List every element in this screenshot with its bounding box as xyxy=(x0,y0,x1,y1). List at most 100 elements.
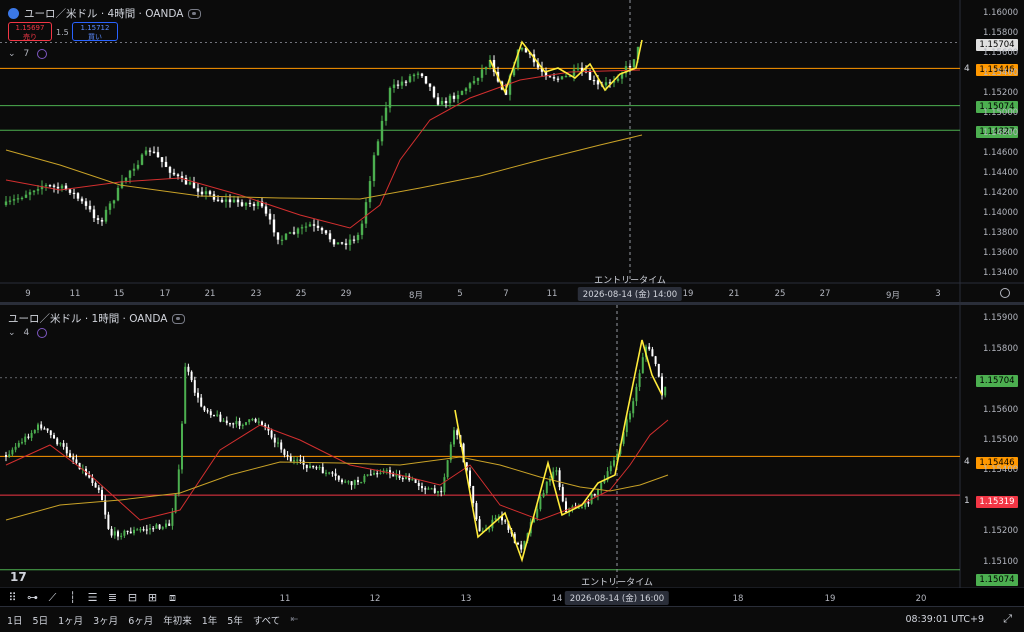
candle-body xyxy=(296,228,300,234)
timeframe-button[interactable]: 3ヶ月 xyxy=(93,613,118,627)
chart-canvas-1h[interactable] xyxy=(0,305,1024,588)
candle-body xyxy=(174,494,177,513)
candle-body xyxy=(120,535,123,537)
candle-body xyxy=(276,232,280,240)
price-axis-label: 1.15500 xyxy=(983,434,1019,445)
candle-body xyxy=(444,100,448,104)
goto-date-icon[interactable]: ⇤ xyxy=(290,614,298,625)
candle-body xyxy=(564,75,568,78)
timeframe-button[interactable]: すべて xyxy=(253,613,280,627)
chart-pane-4h[interactable]: ユーロ／米ドル · 4時間 · OANDA 1.15697 売り 1.5 1.1… xyxy=(0,0,1024,302)
candle-body xyxy=(404,81,408,83)
price-axis-label: 1.15400 xyxy=(983,68,1019,78)
parallel-channel-icon[interactable]: ☰ xyxy=(84,590,101,605)
trend-line-icon[interactable]: ⟋ xyxy=(44,590,61,605)
indicator-toggle-1h[interactable]: ⌄ 4 xyxy=(8,328,48,338)
candle-body xyxy=(44,185,48,187)
time-axis-label: 13 xyxy=(460,594,472,604)
time-axis-label: 5 xyxy=(457,289,463,299)
eye-icon[interactable] xyxy=(172,313,186,324)
symbol-logo-icon xyxy=(8,8,19,19)
candle-body xyxy=(328,472,331,474)
candle-body xyxy=(424,76,428,84)
drawing-toolbar[interactable]: ⠿ ⊶ ⟋ ┆ ☰ ≣ ⊟ ⊞ ⧈ xyxy=(4,589,181,606)
candle-body xyxy=(200,397,203,407)
candle-body xyxy=(545,481,548,494)
candle-body xyxy=(312,465,315,468)
indicator-count: 7 xyxy=(23,49,30,59)
candle-body xyxy=(181,423,183,470)
timeframe-button[interactable]: 6ヶ月 xyxy=(128,613,153,627)
entry-time-label-1h: エントリータイム xyxy=(581,578,653,588)
candle-body xyxy=(304,226,308,228)
timeframe-button[interactable]: 5日 xyxy=(33,613,49,627)
price-axis-label: 1.15800 xyxy=(983,28,1019,38)
chart-pane-1h[interactable]: ユーロ／米ドル · 1時間 · OANDA ⌄ 4 1.15704 1.1544… xyxy=(0,305,1024,604)
sell-button[interactable]: 1.15697 売り xyxy=(8,22,52,41)
candle-body xyxy=(197,392,199,398)
chevron-down-icon: ⌄ xyxy=(8,49,16,59)
candle-body xyxy=(213,415,215,417)
candle-body xyxy=(628,66,632,68)
candle-body xyxy=(28,192,32,195)
price-tag-red-1h: 1.15319 xyxy=(976,496,1018,508)
candle-body xyxy=(416,73,420,75)
candle-body xyxy=(126,530,129,532)
candle-body xyxy=(456,94,460,99)
timeframe-button[interactable]: 年初来 xyxy=(163,613,192,627)
price-axis-label: 1.16000 xyxy=(983,8,1019,18)
clock[interactable]: 08:39:01 UTC+9 xyxy=(905,614,984,625)
candle-body xyxy=(117,531,119,537)
candle-body xyxy=(476,77,480,81)
fullscreen-icon[interactable]: ⤢ xyxy=(1003,612,1012,626)
candle-body xyxy=(464,88,468,92)
price-axis-label: 1.13600 xyxy=(983,248,1019,258)
candle-body xyxy=(600,482,603,490)
chart-canvas-4h[interactable] xyxy=(0,0,1024,302)
candle-body xyxy=(293,460,295,462)
time-axis-label: 19 xyxy=(682,289,694,299)
candle-body xyxy=(280,442,283,450)
price-axis-label: 1.15200 xyxy=(983,88,1019,98)
candle-body xyxy=(27,436,30,438)
candle-body xyxy=(552,77,556,79)
candle-body xyxy=(8,200,12,202)
eye-icon[interactable] xyxy=(188,8,202,19)
price-axis-label: 1.15100 xyxy=(983,556,1019,567)
candle-body xyxy=(24,436,27,443)
drag-handle-icon[interactable]: ⠿ xyxy=(4,590,21,605)
candle-body xyxy=(59,443,62,445)
price-axis-label: 1.15900 xyxy=(983,313,1019,324)
vertical-line-icon[interactable]: ┆ xyxy=(64,590,81,605)
horizontal-line-icon[interactable]: ⊶ xyxy=(24,590,41,605)
candle-body xyxy=(129,531,132,534)
time-axis-label: 25 xyxy=(774,289,786,299)
candle-body xyxy=(555,470,558,472)
timeframe-button[interactable]: 1ヶ月 xyxy=(58,613,83,627)
candle-body xyxy=(520,47,524,50)
candle-body xyxy=(268,213,272,220)
candle-body xyxy=(408,76,412,82)
indicator-icon[interactable] xyxy=(37,328,48,338)
timeframe-button[interactable]: 1日 xyxy=(7,613,23,627)
symbol-title-1h[interactable]: ユーロ／米ドル · 1時間 · OANDA xyxy=(8,311,186,326)
indicator-toggle-4h[interactable]: ⌄ 7 xyxy=(8,49,48,59)
candle-body xyxy=(609,465,612,472)
settings-icon[interactable] xyxy=(1000,288,1010,298)
frame-icon[interactable]: ⧈ xyxy=(164,590,181,605)
indicator-icon[interactable] xyxy=(37,49,48,59)
candle-body xyxy=(446,460,449,478)
candle-body xyxy=(520,544,523,550)
candle-body xyxy=(176,174,180,177)
symbol-title-4h[interactable]: ユーロ／米ドル · 4時間 · OANDA xyxy=(8,6,202,21)
crosshair-time-4h: 2026-08-14 (金) 14:00 xyxy=(577,287,683,301)
timeframe-button[interactable]: 1年 xyxy=(202,613,218,627)
candle-body xyxy=(40,424,43,429)
fib-retracement-icon[interactable]: ≣ xyxy=(104,590,121,605)
range-icon[interactable]: ⊟ xyxy=(124,590,141,605)
buy-button[interactable]: 1.15712 買い xyxy=(72,22,118,41)
candle-body xyxy=(216,414,219,416)
timeframe-button[interactable]: 5年 xyxy=(227,613,243,627)
grid-icon[interactable]: ⊞ xyxy=(144,590,161,605)
candle-body xyxy=(286,454,289,457)
